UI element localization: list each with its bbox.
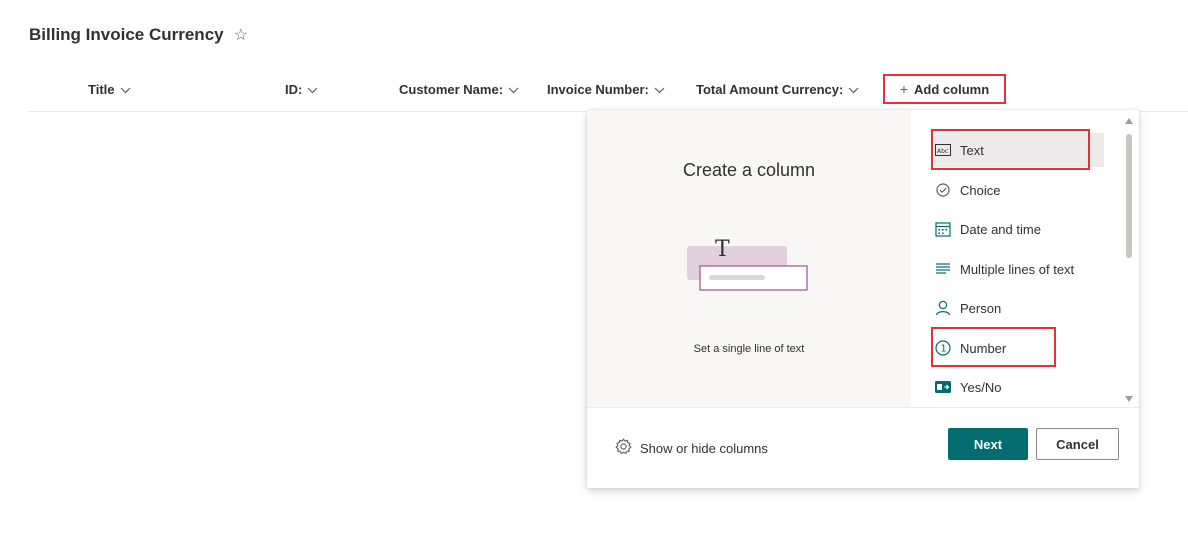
column-type-text[interactable]: Abc Text xyxy=(934,133,1104,167)
column-type-person[interactable]: Person xyxy=(934,291,1104,325)
column-header-total-amount-currency[interactable]: Total Amount Currency: xyxy=(696,82,859,97)
yes-no-icon xyxy=(934,378,952,396)
list-title: Billing Invoice Currency ☆ xyxy=(29,25,248,45)
panel-heading: Create a column xyxy=(682,160,816,180)
column-header-label: ID: xyxy=(285,82,303,97)
add-column-button[interactable]: + Add column xyxy=(883,74,1006,104)
column-type-number[interactable]: 1 Number xyxy=(934,331,1104,365)
chevron-down-icon xyxy=(654,86,665,94)
column-header-label: Invoice Number: xyxy=(547,82,649,97)
column-type-multiple-lines[interactable]: Multiple lines of text xyxy=(934,252,1104,286)
column-header-id[interactable]: ID: xyxy=(285,82,318,97)
plus-icon: + xyxy=(899,81,909,97)
chevron-down-icon xyxy=(307,86,318,94)
svg-text:Abc: Abc xyxy=(937,148,948,155)
cancel-button[interactable]: Cancel xyxy=(1036,428,1119,460)
show-hide-columns-link[interactable]: Show or hide columns xyxy=(615,438,768,458)
chevron-down-icon xyxy=(848,86,859,94)
chevron-down-icon xyxy=(508,86,519,94)
column-type-label: Person xyxy=(960,300,1002,316)
column-type-list: Abc Text Choice Date and time Multiple l… xyxy=(911,110,1139,407)
multiline-text-icon xyxy=(934,260,952,278)
person-icon xyxy=(934,299,952,317)
scrollbar-thumb[interactable] xyxy=(1126,134,1132,258)
column-type-label: Number xyxy=(960,340,1007,356)
add-column-label: Add column xyxy=(914,81,990,97)
column-type-choice[interactable]: Choice xyxy=(934,173,1104,207)
column-type-label: Date and time xyxy=(960,221,1041,237)
column-type-scrollbar[interactable] xyxy=(1124,118,1134,402)
column-header-row: Title ID: Customer Name: Invoice Number:… xyxy=(28,74,1188,112)
column-preview-pane: Create a column T Set a single line of t… xyxy=(587,110,911,407)
column-header-invoice-number[interactable]: Invoice Number: xyxy=(547,82,665,97)
choice-icon xyxy=(934,181,952,199)
next-button[interactable]: Next xyxy=(948,428,1028,460)
column-type-label: Yes/No xyxy=(960,379,1002,395)
panel-footer: Show or hide columns Next Cancel xyxy=(587,407,1139,488)
svg-text:1: 1 xyxy=(940,344,946,355)
favorite-star-icon[interactable]: ☆ xyxy=(234,25,248,45)
scroll-down-arrow-icon[interactable] xyxy=(1125,396,1133,402)
gear-icon xyxy=(615,438,632,458)
text-field-icon: Abc xyxy=(934,141,952,159)
column-type-date-and-time[interactable]: Date and time xyxy=(934,212,1104,246)
text-column-illustration: T xyxy=(685,230,811,299)
number-icon: 1 xyxy=(934,339,952,357)
create-column-panel: Create a column T Set a single line of t… xyxy=(587,110,1139,488)
column-header-label: Customer Name: xyxy=(399,82,504,97)
chevron-down-icon xyxy=(120,86,131,94)
scroll-up-arrow-icon[interactable] xyxy=(1125,118,1133,124)
column-header-customer-name[interactable]: Customer Name: xyxy=(399,82,519,97)
column-type-yes-no[interactable]: Yes/No xyxy=(934,370,1104,404)
page-title: Billing Invoice Currency xyxy=(29,25,224,44)
column-type-label: Choice xyxy=(960,182,1001,198)
column-header-label: Title xyxy=(88,82,115,97)
svg-text:T: T xyxy=(715,237,730,262)
column-type-description: Set a single line of text xyxy=(693,343,805,355)
column-header-title[interactable]: Title xyxy=(88,82,131,97)
calendar-icon xyxy=(934,220,952,238)
column-type-label: Multiple lines of text xyxy=(960,261,1075,277)
column-header-label: Total Amount Currency: xyxy=(696,82,844,97)
column-type-label: Text xyxy=(960,142,984,158)
show-hide-label: Show or hide columns xyxy=(640,440,768,456)
